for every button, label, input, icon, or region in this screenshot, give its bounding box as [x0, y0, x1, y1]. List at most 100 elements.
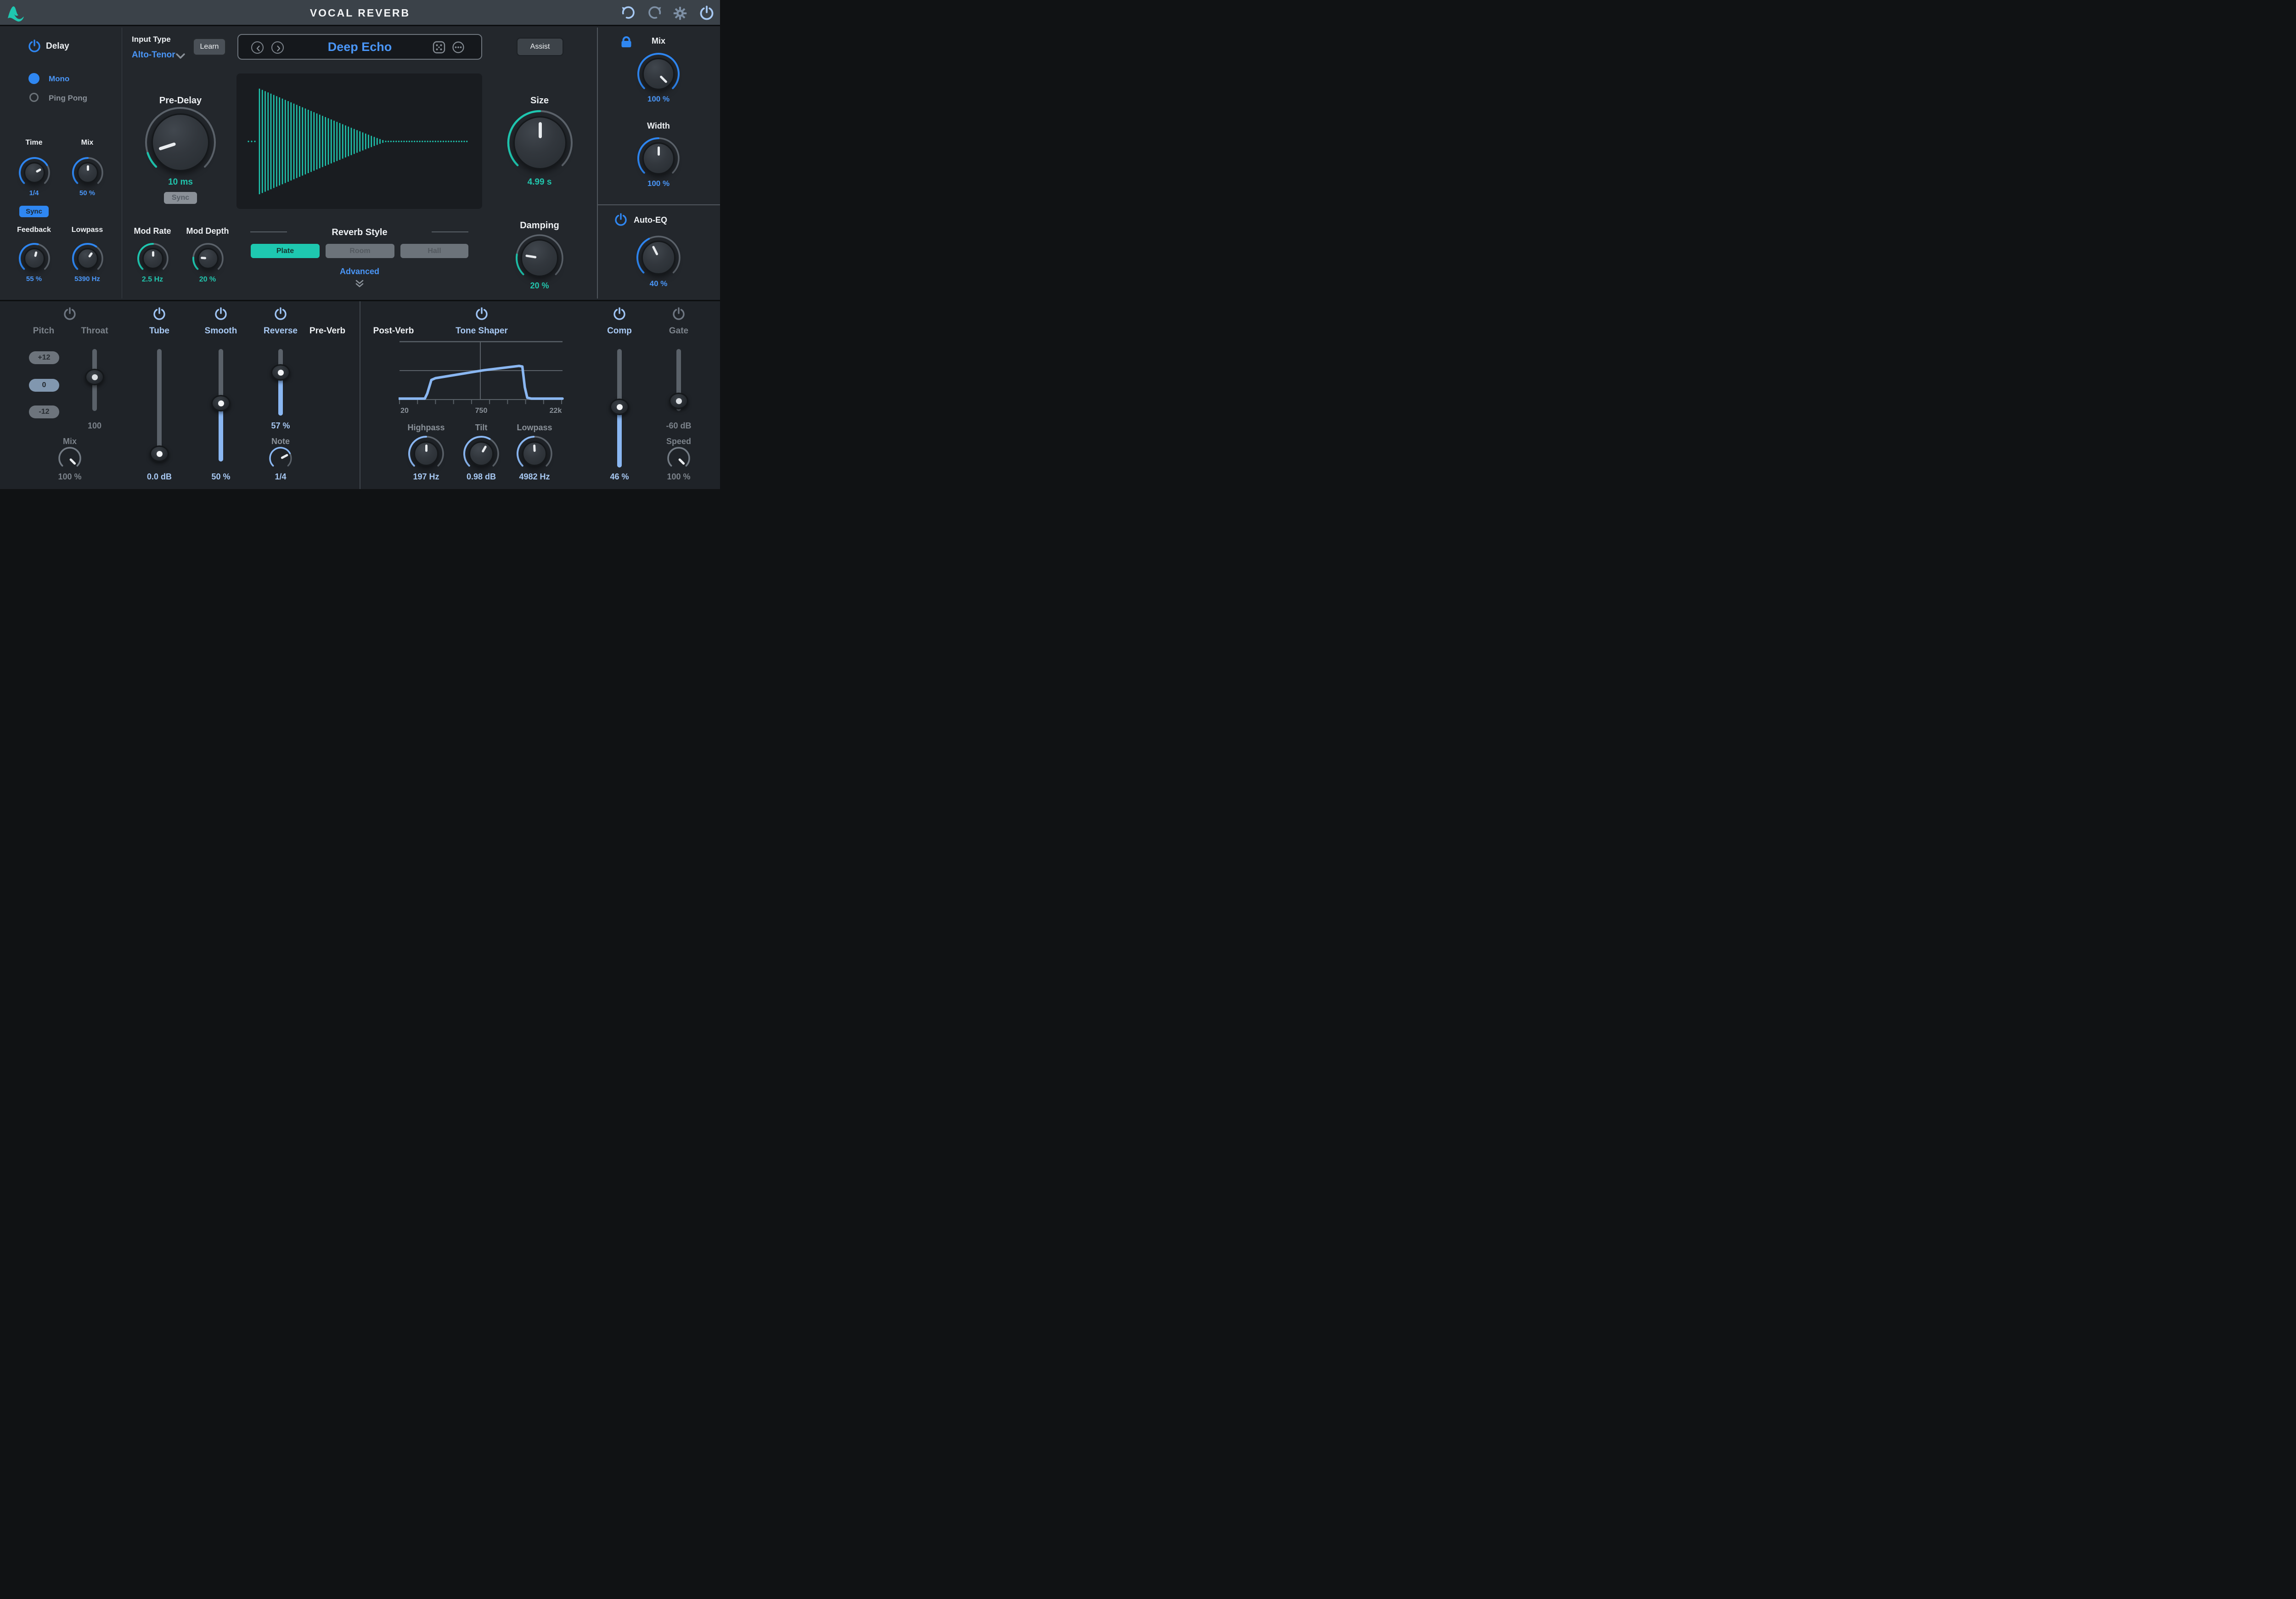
output-mix-knob[interactable]	[636, 51, 681, 96]
output-mix-value: 100 %	[613, 95, 704, 104]
bottom-section: Pitch Throat Tube Smooth Reverse Pre-Ver…	[0, 300, 720, 489]
randomize-dice-icon[interactable]	[433, 41, 445, 54]
plugin-title: VOCAL REVERB	[0, 7, 720, 19]
gate-value: -60 dB	[651, 421, 706, 431]
main-section: Delay Mono Ping Pong Time 1/4 Mix 50 % S…	[0, 28, 720, 298]
post-verb-label: Post-Verb	[366, 326, 421, 336]
pitch-throat-power-button[interactable]	[63, 307, 77, 323]
auto-eq-knob[interactable]	[635, 234, 682, 281]
comp-power-button[interactable]	[613, 307, 626, 323]
style-hall-button[interactable]: Hall	[400, 244, 468, 258]
lowpass-value: 5390 Hz	[60, 275, 115, 283]
throat-value: 100	[67, 421, 122, 431]
damping-value: 20 %	[494, 281, 585, 291]
throat-label: Throat	[67, 326, 122, 336]
advanced-link[interactable]: Advanced	[314, 267, 405, 276]
delay-section-title: Delay	[46, 41, 101, 51]
time-knob[interactable]	[17, 156, 51, 190]
tone-axis-20: 20	[393, 407, 416, 415]
style-plate-button[interactable]: Plate	[251, 244, 320, 258]
feedback-knob[interactable]	[17, 242, 51, 276]
gate-label: Gate	[651, 326, 706, 336]
pre-verb-label: Pre-Verb	[300, 326, 355, 336]
style-room-button[interactable]: Room	[326, 244, 394, 258]
tube-label: Tube	[132, 326, 187, 336]
undo-icon[interactable]	[621, 6, 636, 21]
mod-depth-value: 20 %	[175, 276, 240, 284]
pitch-minus12-button[interactable]: -12	[29, 405, 59, 418]
smooth-slider[interactable]	[211, 349, 231, 462]
bypass-power-icon[interactable]	[699, 6, 715, 21]
pitch-plus12-button[interactable]: +12	[29, 351, 59, 364]
delay-mix-label: Mix	[64, 139, 110, 147]
delay-power-button[interactable]	[28, 39, 41, 56]
auto-eq-power-button[interactable]	[614, 213, 628, 229]
width-knob[interactable]	[636, 136, 681, 181]
redo-icon[interactable]	[647, 6, 662, 21]
pitch-mix-value: 100 %	[42, 472, 97, 482]
preset-menu-ellipsis-icon[interactable]	[452, 41, 465, 54]
reverb-decay-waveform-display	[236, 73, 482, 209]
learn-button[interactable]: Learn	[193, 38, 226, 56]
damping-knob[interactable]	[514, 233, 565, 283]
mono-radio[interactable]	[28, 73, 39, 84]
advanced-expand-chevrons-icon[interactable]	[355, 279, 365, 288]
feedback-label: Feedback	[6, 226, 62, 234]
delay-mix-knob[interactable]	[71, 156, 105, 190]
tilt-knob[interactable]	[462, 434, 501, 473]
width-label: Width	[613, 121, 704, 131]
tone-lowpass-value: 4982 Hz	[502, 472, 567, 482]
pitch-label: Pitch	[16, 326, 71, 336]
pre-delay-knob[interactable]	[144, 106, 217, 179]
auto-eq-value: 40 %	[613, 279, 704, 288]
highpass-knob[interactable]	[407, 434, 445, 473]
pre-delay-label: Pre-Delay	[135, 96, 226, 106]
ping-pong-radio[interactable]	[29, 93, 39, 102]
lowpass-knob[interactable]	[71, 242, 105, 276]
tone-shaper-power-button[interactable]	[475, 307, 489, 323]
reverb-style-label: Reverb Style	[291, 227, 428, 238]
settings-gear-icon[interactable]	[672, 6, 688, 21]
mod-rate-knob[interactable]	[136, 242, 170, 276]
comp-value: 46 %	[592, 472, 647, 482]
mod-rate-value: 2.5 Hz	[120, 276, 185, 284]
tube-slider[interactable]	[149, 349, 169, 462]
note-knob[interactable]	[268, 445, 293, 471]
chevron-down-icon[interactable]	[175, 52, 186, 60]
tube-value: 0.0 dB	[132, 472, 187, 482]
lowpass-label: Lowpass	[60, 226, 115, 234]
reverse-power-button[interactable]	[274, 307, 287, 323]
feedback-value: 55 %	[11, 275, 57, 283]
mod-depth-label: Mod Depth	[175, 226, 240, 236]
damping-label: Damping	[494, 220, 585, 231]
gate-power-button[interactable]	[672, 307, 686, 323]
pre-delay-sync-button[interactable]: Sync	[164, 192, 197, 204]
header-bar: VOCAL REVERB	[0, 0, 720, 26]
smooth-label: Smooth	[193, 326, 248, 336]
mod-rate-label: Mod Rate	[120, 226, 185, 236]
tone-lowpass-knob[interactable]	[515, 434, 554, 473]
speed-knob[interactable]	[666, 445, 692, 471]
preset-bar: Deep Echo	[237, 34, 482, 60]
highpass-value: 197 Hz	[394, 472, 458, 482]
delay-sync-button[interactable]: Sync	[19, 206, 49, 217]
gate-slider[interactable]	[669, 349, 689, 411]
assist-button[interactable]: Assist	[517, 38, 563, 56]
pitch-mix-knob[interactable]	[57, 445, 83, 471]
reverse-slider[interactable]	[270, 349, 291, 416]
speed-value: 100 %	[651, 472, 706, 482]
pitch-zero-button[interactable]: 0	[29, 379, 59, 392]
ping-pong-label: Ping Pong	[49, 94, 113, 103]
size-knob[interactable]	[506, 109, 574, 177]
delay-mix-value: 50 %	[64, 189, 110, 197]
reverse-value: 57 %	[253, 421, 308, 431]
vocal-reverb-plugin-window: VOCAL REVERB	[0, 0, 720, 489]
comp-slider[interactable]	[609, 349, 630, 467]
tone-shaper-eq-graph[interactable]	[399, 340, 564, 407]
mod-depth-knob[interactable]	[191, 242, 225, 276]
mono-label: Mono	[49, 74, 95, 84]
tone-lowpass-label: Lowpass	[502, 423, 567, 433]
tube-power-button[interactable]	[152, 307, 166, 323]
throat-slider[interactable]	[84, 349, 105, 411]
smooth-power-button[interactable]	[214, 307, 228, 323]
